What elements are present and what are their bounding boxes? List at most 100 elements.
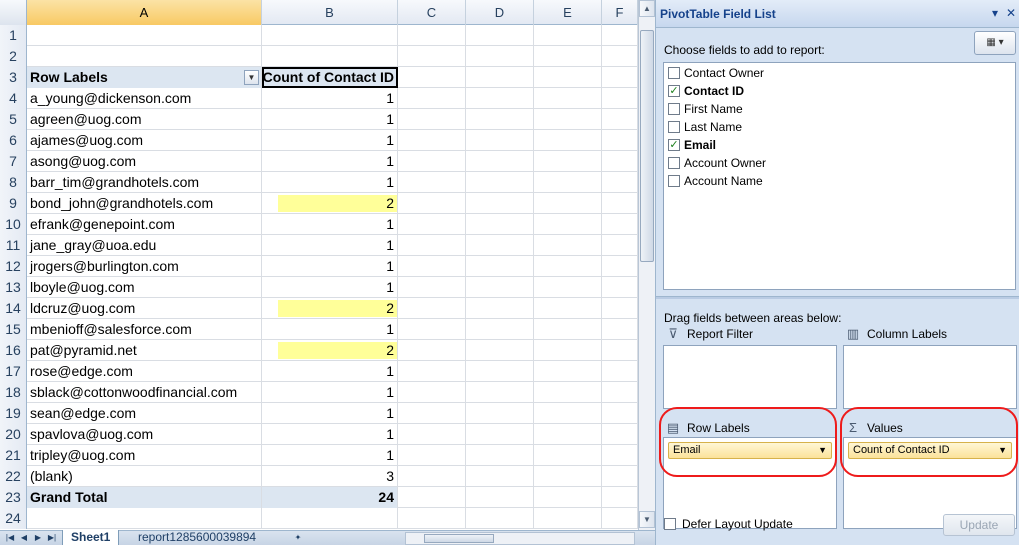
empty-cell[interactable] <box>602 403 638 424</box>
empty-cell[interactable] <box>466 109 534 130</box>
empty-cell[interactable] <box>398 46 466 67</box>
count-cell[interactable]: 1 <box>262 256 398 277</box>
count-cell[interactable]: 1 <box>262 361 398 382</box>
empty-cell[interactable] <box>534 256 602 277</box>
empty-cell[interactable] <box>466 277 534 298</box>
empty-cell[interactable] <box>534 508 602 529</box>
empty-cell[interactable] <box>398 319 466 340</box>
column-header-b[interactable]: B <box>262 0 398 25</box>
count-cell[interactable]: 2 <box>262 340 398 361</box>
empty-cell[interactable] <box>466 403 534 424</box>
checked-checkbox[interactable]: ✓ <box>668 85 680 97</box>
count-cell[interactable]: 1 <box>262 172 398 193</box>
scroll-up-arrow-icon[interactable]: ▲ <box>639 0 655 17</box>
empty-cell[interactable] <box>534 151 602 172</box>
email-cell[interactable]: sean@edge.com <box>27 403 262 424</box>
count-cell[interactable]: 1 <box>262 445 398 466</box>
prev-sheet-icon[interactable]: ◀ <box>18 532 30 544</box>
vertical-scrollbar[interactable]: ▲ ▼ <box>638 0 655 530</box>
empty-cell[interactable] <box>466 319 534 340</box>
empty-cell[interactable] <box>602 361 638 382</box>
empty-cell[interactable] <box>602 508 638 529</box>
empty-cell[interactable] <box>398 130 466 151</box>
email-cell[interactable]: agreen@uog.com <box>27 109 262 130</box>
row-number[interactable]: 14 <box>0 298 27 319</box>
pane-splitter[interactable] <box>656 296 1019 299</box>
column-header-d[interactable]: D <box>466 0 534 25</box>
empty-cell[interactable] <box>466 25 534 46</box>
empty-cell[interactable] <box>398 235 466 256</box>
row-number[interactable]: 13 <box>0 277 27 298</box>
empty-cell[interactable] <box>534 424 602 445</box>
empty-cell[interactable] <box>466 466 534 487</box>
empty-cell[interactable] <box>398 109 466 130</box>
count-cell[interactable]: 1 <box>262 109 398 130</box>
empty-cell[interactable] <box>534 361 602 382</box>
count-cell[interactable]: 1 <box>262 319 398 340</box>
empty-cell[interactable] <box>534 466 602 487</box>
empty-cell[interactable] <box>398 25 466 46</box>
count-cell[interactable]: 1 <box>262 277 398 298</box>
empty-cell[interactable] <box>534 235 602 256</box>
close-icon[interactable]: ✕ <box>1006 6 1016 20</box>
empty-cell[interactable] <box>466 361 534 382</box>
cell-a[interactable] <box>27 25 262 46</box>
empty-cell[interactable] <box>398 340 466 361</box>
field-item[interactable]: Account Name <box>668 172 763 190</box>
insert-sheet-icon[interactable]: ✦ <box>290 532 306 544</box>
cell-a[interactable] <box>27 46 262 67</box>
empty-cell[interactable] <box>602 88 638 109</box>
empty-cell[interactable] <box>602 151 638 172</box>
email-cell[interactable]: ldcruz@uog.com <box>27 298 262 319</box>
email-cell[interactable]: (blank) <box>27 466 262 487</box>
count-cell[interactable]: 2 <box>262 298 398 319</box>
empty-cell[interactable] <box>466 256 534 277</box>
empty-cell[interactable] <box>466 424 534 445</box>
email-cell[interactable]: tripley@uog.com <box>27 445 262 466</box>
empty-cell[interactable] <box>602 172 638 193</box>
update-button[interactable]: Update <box>943 514 1015 536</box>
count-cell[interactable]: 1 <box>262 130 398 151</box>
empty-cell[interactable] <box>602 382 638 403</box>
empty-cell[interactable] <box>534 382 602 403</box>
field-item[interactable]: ✓ Contact ID <box>668 82 744 100</box>
empty-cell[interactable] <box>534 403 602 424</box>
empty-cell[interactable] <box>398 298 466 319</box>
row-number[interactable]: 10 <box>0 214 27 235</box>
empty-cell[interactable] <box>534 319 602 340</box>
empty-cell[interactable] <box>602 466 638 487</box>
empty-cell[interactable] <box>602 340 638 361</box>
empty-cell[interactable] <box>466 88 534 109</box>
scroll-thumb[interactable] <box>640 30 654 262</box>
empty-cell[interactable] <box>534 340 602 361</box>
empty-cell[interactable] <box>466 382 534 403</box>
row-number[interactable]: 6 <box>0 130 27 151</box>
empty-cell[interactable] <box>398 382 466 403</box>
count-cell[interactable]: 1 <box>262 235 398 256</box>
grand-total-label[interactable]: Grand Total <box>27 487 262 508</box>
empty-cell[interactable] <box>534 445 602 466</box>
field-item[interactable]: Contact Owner <box>668 64 764 82</box>
empty-cell[interactable] <box>534 67 602 88</box>
row-number[interactable]: 4 <box>0 88 27 109</box>
empty-cell[interactable] <box>466 67 534 88</box>
row-number[interactable]: 20 <box>0 424 27 445</box>
row-number[interactable]: 21 <box>0 445 27 466</box>
email-cell[interactable]: jrogers@burlington.com <box>27 256 262 277</box>
row-number[interactable]: 2 <box>0 46 27 67</box>
column-labels-area[interactable] <box>843 345 1017 409</box>
empty-cell[interactable] <box>398 172 466 193</box>
count-cell[interactable]: 1 <box>262 424 398 445</box>
empty-cell[interactable] <box>534 214 602 235</box>
row-number[interactable]: 18 <box>0 382 27 403</box>
row-labels-header-cell[interactable]: Row Labels ▼ <box>27 67 262 88</box>
first-sheet-icon[interactable]: |◀ <box>4 532 16 544</box>
count-cell[interactable]: 1 <box>262 214 398 235</box>
hscroll-thumb[interactable] <box>424 534 494 543</box>
email-cell[interactable]: bond_john@grandhotels.com <box>27 193 262 214</box>
empty-cell[interactable] <box>466 46 534 67</box>
empty-cell[interactable] <box>398 445 466 466</box>
cell-a[interactable] <box>27 508 262 529</box>
empty-cell[interactable] <box>602 235 638 256</box>
checkbox[interactable] <box>668 175 680 187</box>
